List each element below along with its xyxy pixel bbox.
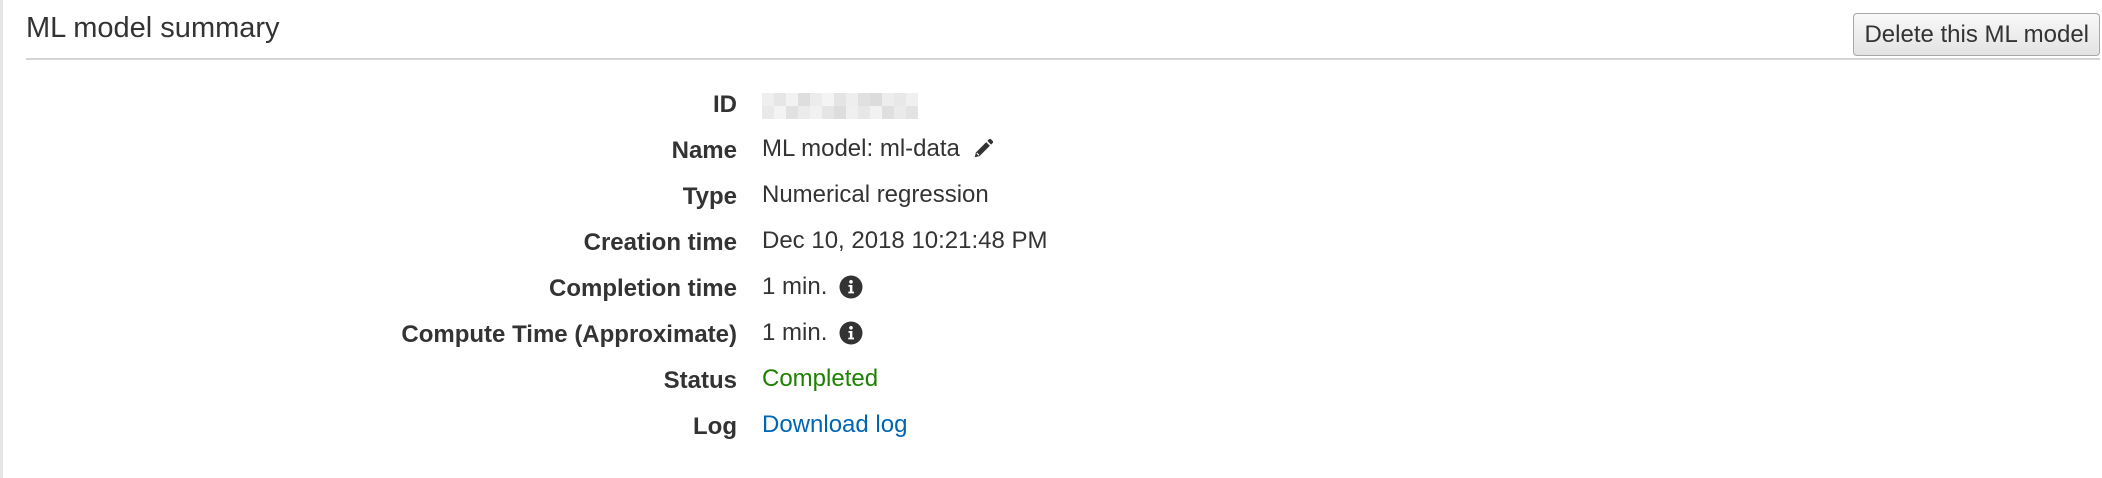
pencil-icon[interactable] — [972, 138, 994, 160]
detail-row-creation-time: Creation time Dec 10, 2018 10:21:48 PM — [0, 223, 2102, 269]
type-value: Numerical regression — [762, 181, 989, 208]
id-value — [762, 89, 918, 119]
page-title: ML model summary — [26, 12, 280, 44]
info-icon[interactable] — [839, 321, 863, 345]
detail-row-type: Type Numerical regression — [0, 177, 2102, 223]
type-label: Type — [682, 183, 737, 210]
compute-time-value: 1 min. — [762, 319, 863, 347]
creation-time-label: Creation time — [583, 229, 737, 256]
detail-row-id: ID — [0, 85, 2102, 131]
download-log-link[interactable]: Download log — [762, 411, 907, 439]
creation-time-value: Dec 10, 2018 10:21:48 PM — [762, 227, 1048, 254]
status-value: Completed — [762, 365, 879, 392]
compute-time-label: Compute Time (Approximate) — [401, 321, 737, 348]
status-label: Status — [663, 367, 737, 394]
name-value: ML model: ml-data — [762, 135, 994, 163]
completion-time-text: 1 min. — [762, 273, 828, 300]
delete-model-button[interactable]: Delete this ML model — [1853, 13, 2100, 56]
detail-row-status: Status Completed — [0, 361, 2102, 407]
name-text: ML model: ml-data — [762, 135, 960, 162]
name-label: Name — [671, 137, 737, 164]
redacted-id — [762, 93, 918, 119]
model-details: ID Name ML model: ml-data Type Numerical… — [0, 85, 2102, 453]
completion-time-value: 1 min. — [762, 273, 863, 301]
detail-row-log: Log Download log — [0, 407, 2102, 453]
info-icon[interactable] — [839, 275, 863, 299]
log-value: Download log — [762, 411, 907, 439]
log-label: Log — [693, 413, 737, 440]
detail-row-name: Name ML model: ml-data — [0, 131, 2102, 177]
compute-time-text: 1 min. — [762, 319, 828, 346]
summary-header: ML model summary Delete this ML model — [26, 0, 2100, 60]
completion-time-label: Completion time — [548, 275, 737, 302]
detail-row-completion-time: Completion time 1 min. — [0, 269, 2102, 315]
detail-row-compute-time: Compute Time (Approximate) 1 min. — [0, 315, 2102, 361]
id-label: ID — [713, 91, 737, 118]
